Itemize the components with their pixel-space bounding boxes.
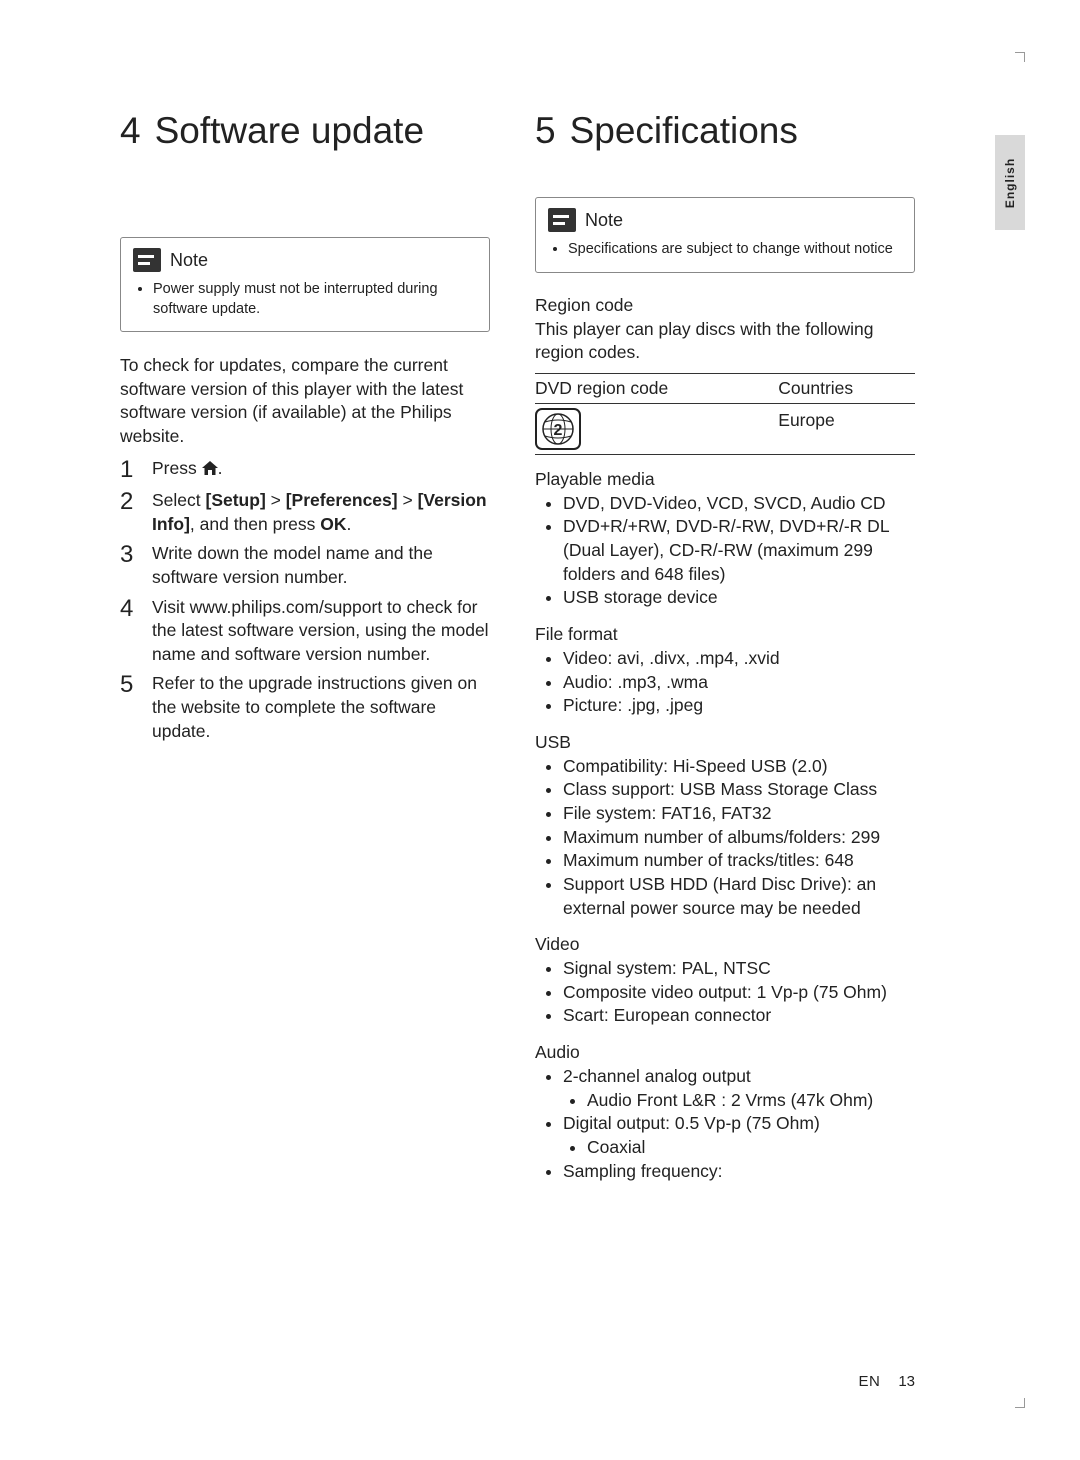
intro-text: To check for updates, compare the curren…	[120, 354, 490, 449]
region-th-code: DVD region code	[535, 373, 778, 403]
fileformat-list: Video: avi, .divx, .mp4, .xvid Audio: .m…	[535, 647, 915, 718]
step-number: 1	[120, 457, 140, 483]
footer-lang: EN	[858, 1373, 880, 1390]
list-item: 2-channel analog output Audio Front L&R …	[563, 1065, 915, 1112]
page-columns: 4 Software update Note Power supply must …	[120, 110, 980, 1183]
step-3: 3 Write down the model name and the soft…	[120, 542, 490, 589]
audio-list: 2-channel analog output Audio Front L&R …	[535, 1065, 915, 1183]
section-title-text: Software update	[155, 110, 424, 151]
section-number: 4	[120, 110, 141, 152]
language-tab-label: English	[1003, 157, 1017, 207]
step-text: Refer to the upgrade instructions given …	[152, 672, 490, 743]
region-heading: Region code	[535, 295, 915, 316]
list-item: Maximum number of tracks/titles: 648	[563, 849, 915, 873]
usb-heading: USB	[535, 732, 915, 753]
section-title-left: 4 Software update	[120, 110, 490, 152]
audio-sublist: Coaxial	[563, 1136, 915, 1160]
region-text: This player can play discs with the foll…	[535, 318, 915, 365]
list-item: Support USB HDD (Hard Disc Drive): an ex…	[563, 873, 915, 920]
step-number: 5	[120, 672, 140, 743]
list-item: Picture: .jpg, .jpeg	[563, 694, 915, 718]
step-text: Visit www.philips.com/support to check f…	[152, 596, 490, 667]
usb-list: Compatibility: Hi-Speed USB (2.0) Class …	[535, 755, 915, 920]
region-th-countries: Countries	[778, 373, 915, 403]
list-item: File system: FAT16, FAT32	[563, 802, 915, 826]
step-list: 1 Press . 2 Select [Setup] > [Preference…	[120, 457, 490, 744]
step-text: Write down the model name and the softwa…	[152, 542, 490, 589]
video-heading: Video	[535, 934, 915, 955]
list-item: Composite video output: 1 Vp-p (75 Ohm)	[563, 981, 915, 1005]
step-2: 2 Select [Setup] > [Preferences] > [Vers…	[120, 489, 490, 536]
list-item: Scart: European connector	[563, 1004, 915, 1028]
list-item: Digital output: 0.5 Vp-p (75 Ohm) Coaxia…	[563, 1112, 915, 1159]
note-label: Note	[170, 250, 208, 271]
audio-sublist: Audio Front L&R : 2 Vrms (47k Ohm)	[563, 1089, 915, 1113]
right-column: 5 Specifications Note Specifications are …	[535, 110, 915, 1183]
section-number: 5	[535, 110, 556, 152]
crop-mark	[1015, 52, 1025, 62]
home-icon	[202, 461, 218, 475]
page-footer: EN 13	[858, 1373, 915, 1390]
section-title-text: Specifications	[570, 110, 798, 151]
list-item: Audio: .mp3, .wma	[563, 671, 915, 695]
section-title-right: 5 Specifications	[535, 110, 915, 152]
list-item: Video: avi, .divx, .mp4, .xvid	[563, 647, 915, 671]
list-item: Maximum number of albums/folders: 299	[563, 826, 915, 850]
list-item: Class support: USB Mass Storage Class	[563, 778, 915, 802]
playable-heading: Playable media	[535, 469, 915, 490]
note-box-right: Note Specifications are subject to chang…	[535, 197, 915, 273]
note-box-left: Note Power supply must not be interrupte…	[120, 237, 490, 332]
list-item: Coaxial	[587, 1136, 915, 1160]
left-column: 4 Software update Note Power supply must …	[120, 110, 490, 1183]
step-1: 1 Press .	[120, 457, 490, 483]
step-4: 4 Visit www.philips.com/support to check…	[120, 596, 490, 667]
fileformat-heading: File format	[535, 624, 915, 645]
note-header: Note	[548, 208, 902, 232]
list-item: Compatibility: Hi-Speed USB (2.0)	[563, 755, 915, 779]
step-number: 2	[120, 489, 140, 536]
note-item: Specifications are subject to change wit…	[568, 240, 902, 260]
region-cell-country: Europe	[778, 403, 915, 454]
step-5: 5 Refer to the upgrade instructions give…	[120, 672, 490, 743]
crop-mark	[1015, 1398, 1025, 1408]
step-number: 3	[120, 542, 140, 589]
note-item: Power supply must not be interrupted dur…	[153, 280, 477, 319]
note-list: Power supply must not be interrupted dur…	[133, 280, 477, 319]
list-item: Audio Front L&R : 2 Vrms (47k Ohm)	[587, 1089, 915, 1113]
list-item: Sampling frequency:	[563, 1160, 915, 1184]
note-label: Note	[585, 210, 623, 231]
region-table: DVD region code Countries 2	[535, 373, 915, 455]
note-header: Note	[133, 248, 477, 272]
step-text: Select [Setup] > [Preferences] > [Versio…	[152, 489, 490, 536]
footer-page: 13	[898, 1373, 915, 1390]
dvd-region-icon: 2	[535, 408, 581, 450]
video-list: Signal system: PAL, NTSC Composite video…	[535, 957, 915, 1028]
list-item: DVD, DVD-Video, VCD, SVCD, Audio CD	[563, 492, 915, 516]
region-cell-icon: 2	[535, 403, 778, 454]
note-icon	[133, 248, 161, 272]
step-text: Press .	[152, 457, 490, 483]
note-list: Specifications are subject to change wit…	[548, 240, 902, 260]
list-item: DVD+R/+RW, DVD-R/-RW, DVD+R/-R DL (Dual …	[563, 515, 915, 586]
audio-heading: Audio	[535, 1042, 915, 1063]
step-number: 4	[120, 596, 140, 667]
playable-list: DVD, DVD-Video, VCD, SVCD, Audio CD DVD+…	[535, 492, 915, 610]
list-item: USB storage device	[563, 586, 915, 610]
note-icon	[548, 208, 576, 232]
svg-text:2: 2	[554, 422, 563, 439]
list-item: Signal system: PAL, NTSC	[563, 957, 915, 981]
language-tab: English	[995, 135, 1025, 230]
